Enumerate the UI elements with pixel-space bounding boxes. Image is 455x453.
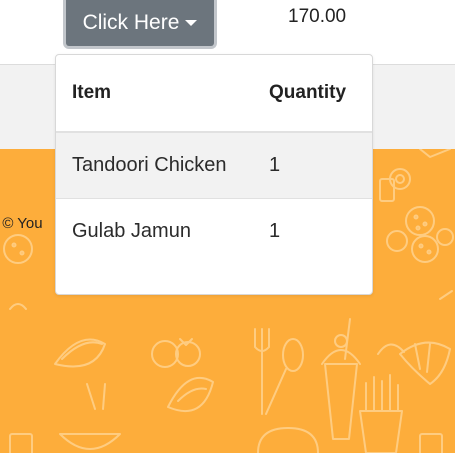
column-header-quantity: Quantity	[268, 55, 372, 133]
item-quantity-cell: 1	[268, 197, 372, 264]
table-row: Gulab Jamun 1	[56, 197, 372, 264]
click-here-dropdown-button[interactable]: Click Here	[63, 0, 217, 49]
footer-copyright-text: t © You	[0, 215, 43, 232]
column-header-item: Item	[56, 55, 268, 133]
table-row: Tandoori Chicken 1	[56, 132, 372, 198]
dropdown-button-label: Click Here	[82, 11, 180, 34]
item-name-cell: Gulab Jamun	[56, 197, 268, 264]
item-quantity-cell: 1	[268, 132, 372, 198]
table-header-row: Item Quantity	[56, 55, 372, 133]
price-value: 170.00	[288, 6, 347, 27]
page: 170.00 © You Click Here Item Quantity Ta…	[0, 0, 455, 453]
dropdown-menu: Item Quantity Tandoori Chicken 1 Gulab J…	[55, 54, 373, 295]
item-name-cell: Tandoori Chicken	[56, 132, 268, 198]
caret-down-icon	[185, 20, 198, 26]
order-items-table: Item Quantity Tandoori Chicken 1 Gulab J…	[56, 55, 372, 264]
